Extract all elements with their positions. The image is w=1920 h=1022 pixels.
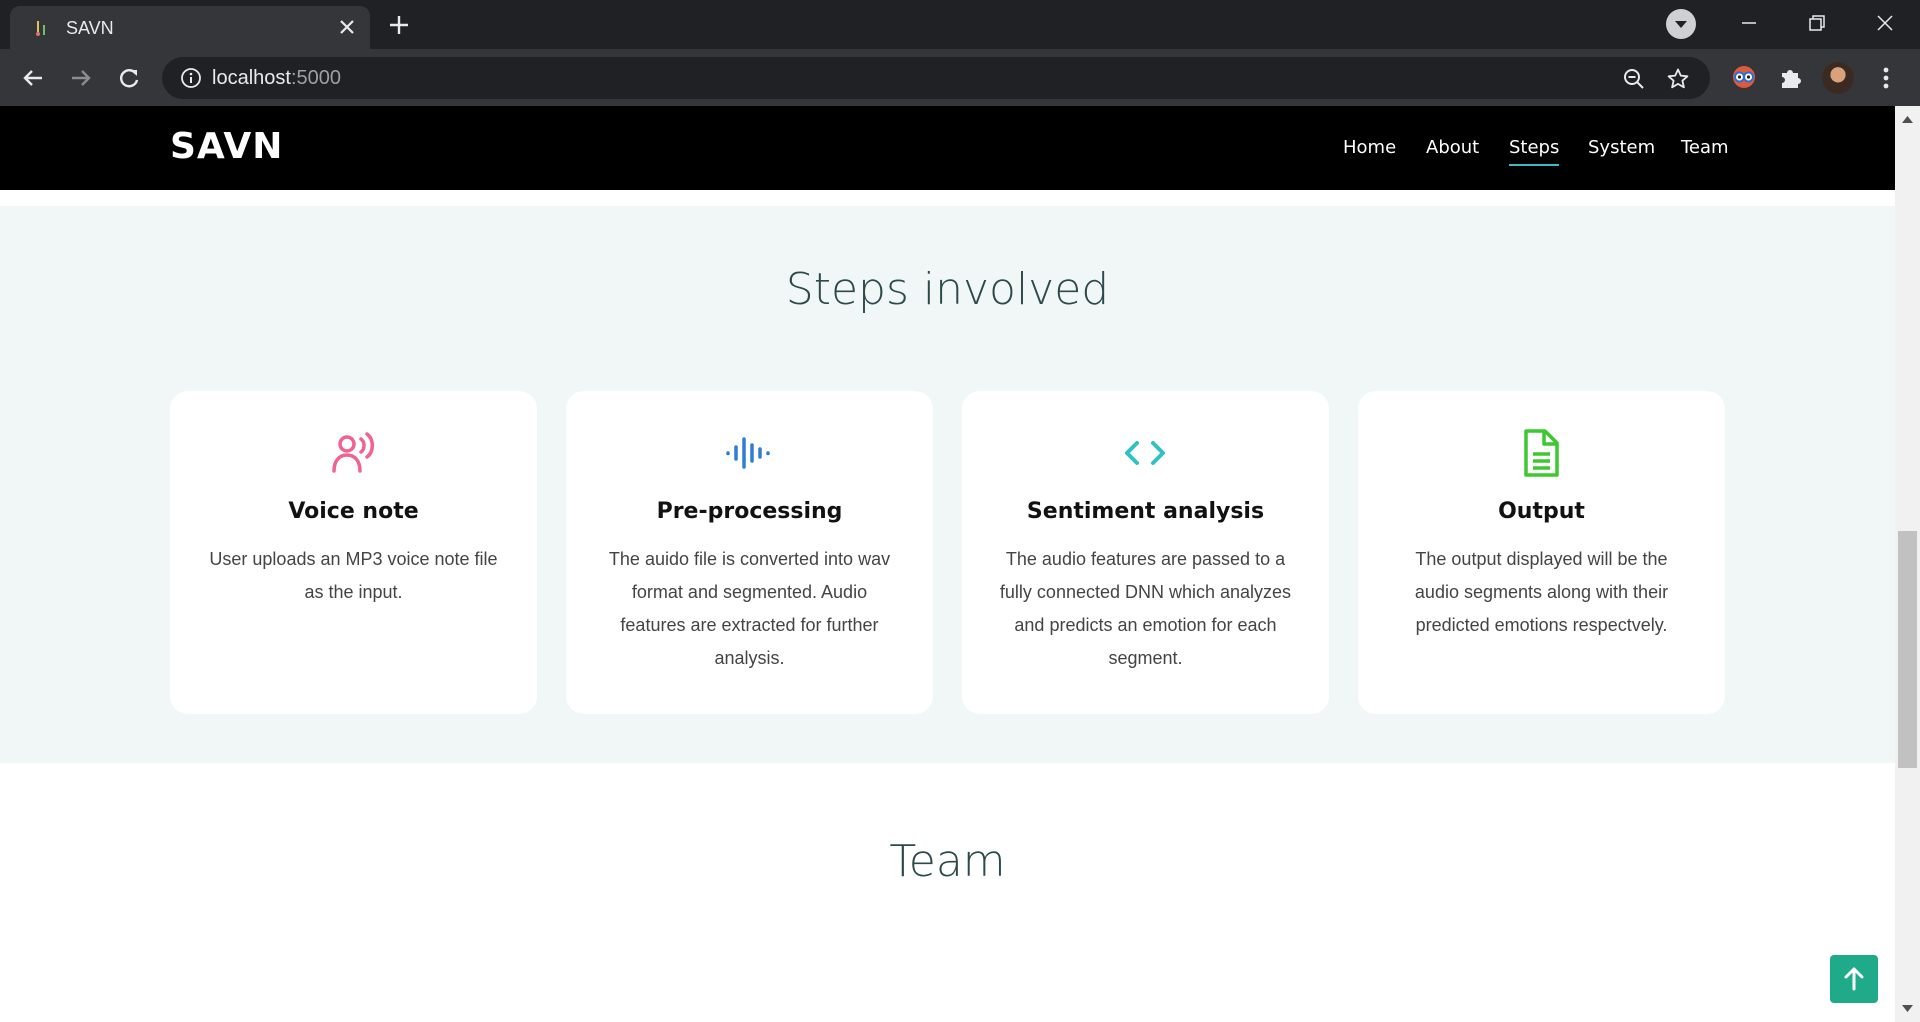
close-tab-icon[interactable] — [335, 15, 359, 39]
step-card-text: User uploads an MP3 voice note file as t… — [209, 549, 498, 602]
step-card-sentiment-analysis: Sentiment analysis The audio features ar… — [962, 391, 1329, 714]
back-arrow-icon[interactable] — [18, 63, 48, 93]
nav-link-team[interactable]: Team — [1681, 137, 1729, 158]
favicon-icon — [36, 21, 45, 36]
step-card-title: Voice note — [288, 499, 419, 524]
browser-tab-strip: SAVN — [0, 0, 1920, 49]
step-card-title: Output — [1498, 499, 1585, 524]
url-host: localhost — [212, 67, 291, 89]
minimize-icon[interactable] — [1734, 8, 1764, 38]
extensions-puzzle-icon[interactable] — [1775, 61, 1807, 93]
site-header: SAVN Home About Steps System Team — [0, 106, 1895, 190]
scroll-down-icon[interactable] — [1901, 1004, 1914, 1014]
step-card-text: The audio features are passed to a fully… — [999, 549, 1292, 668]
nav-link-home[interactable]: Home — [1343, 137, 1396, 158]
page-scrollbar[interactable] — [1895, 106, 1920, 1022]
person-voice-icon — [332, 432, 374, 473]
code-brackets-icon — [1125, 441, 1165, 465]
more-menu-icon[interactable] — [1876, 65, 1896, 91]
zoom-out-icon[interactable] — [1622, 67, 1646, 91]
chevron-down-icon — [1675, 21, 1687, 28]
bookmark-star-icon[interactable] — [1666, 67, 1690, 91]
step-card-text: The output displayed will be the audio s… — [1414, 549, 1669, 635]
back-to-top-button[interactable] — [1830, 955, 1878, 1003]
tab-search-button[interactable] — [1666, 9, 1696, 39]
address-bar[interactable]: localhost:5000 — [162, 57, 1710, 99]
restore-icon[interactable] — [1802, 8, 1832, 38]
page-viewport: SAVN Home About Steps System Team Steps … — [0, 106, 1920, 1022]
step-card-text: The auido file is converted into wav for… — [608, 549, 891, 668]
browser-toolbar: localhost:5000 — [0, 49, 1920, 106]
nav-link-steps[interactable]: Steps — [1509, 137, 1560, 166]
url-port: :5000 — [290, 67, 341, 89]
document-icon — [1524, 429, 1559, 477]
step-card-output: Output The output displayed will be the … — [1358, 391, 1725, 714]
arrow-up-icon — [1844, 967, 1864, 991]
browser-tab[interactable]: SAVN — [10, 6, 370, 49]
new-tab-icon[interactable] — [386, 12, 412, 38]
close-window-icon[interactable] — [1870, 8, 1900, 38]
url-text: localhost:5000 — [212, 67, 341, 90]
tab-title: SAVN — [66, 18, 114, 38]
site-logo[interactable]: SAVN — [170, 126, 283, 167]
step-card-title: Pre-processing — [656, 499, 843, 524]
step-card-title: Sentiment analysis — [1026, 499, 1265, 524]
soundwave-icon — [726, 437, 770, 469]
info-icon[interactable] — [180, 67, 202, 89]
scroll-up-icon[interactable] — [1901, 114, 1914, 124]
nav-link-system[interactable]: System — [1588, 137, 1655, 158]
forward-arrow-icon[interactable] — [66, 63, 96, 93]
nav-link-about[interactable]: About — [1426, 137, 1479, 158]
extension-owl-icon[interactable] — [1728, 61, 1760, 93]
step-card-pre-processing: Pre-processing The auido file is convert… — [566, 391, 933, 714]
step-card-voice-note: Voice note User uploads an MP3 voice not… — [170, 391, 537, 714]
steps-section: Steps involved Voice note User uploads a… — [0, 206, 1895, 763]
scrollbar-thumb[interactable] — [1898, 531, 1917, 768]
steps-section-title: Steps involved — [785, 264, 1110, 315]
profile-avatar[interactable] — [1822, 62, 1854, 94]
reload-icon[interactable] — [114, 63, 144, 93]
team-section-title: Team — [889, 836, 1006, 887]
